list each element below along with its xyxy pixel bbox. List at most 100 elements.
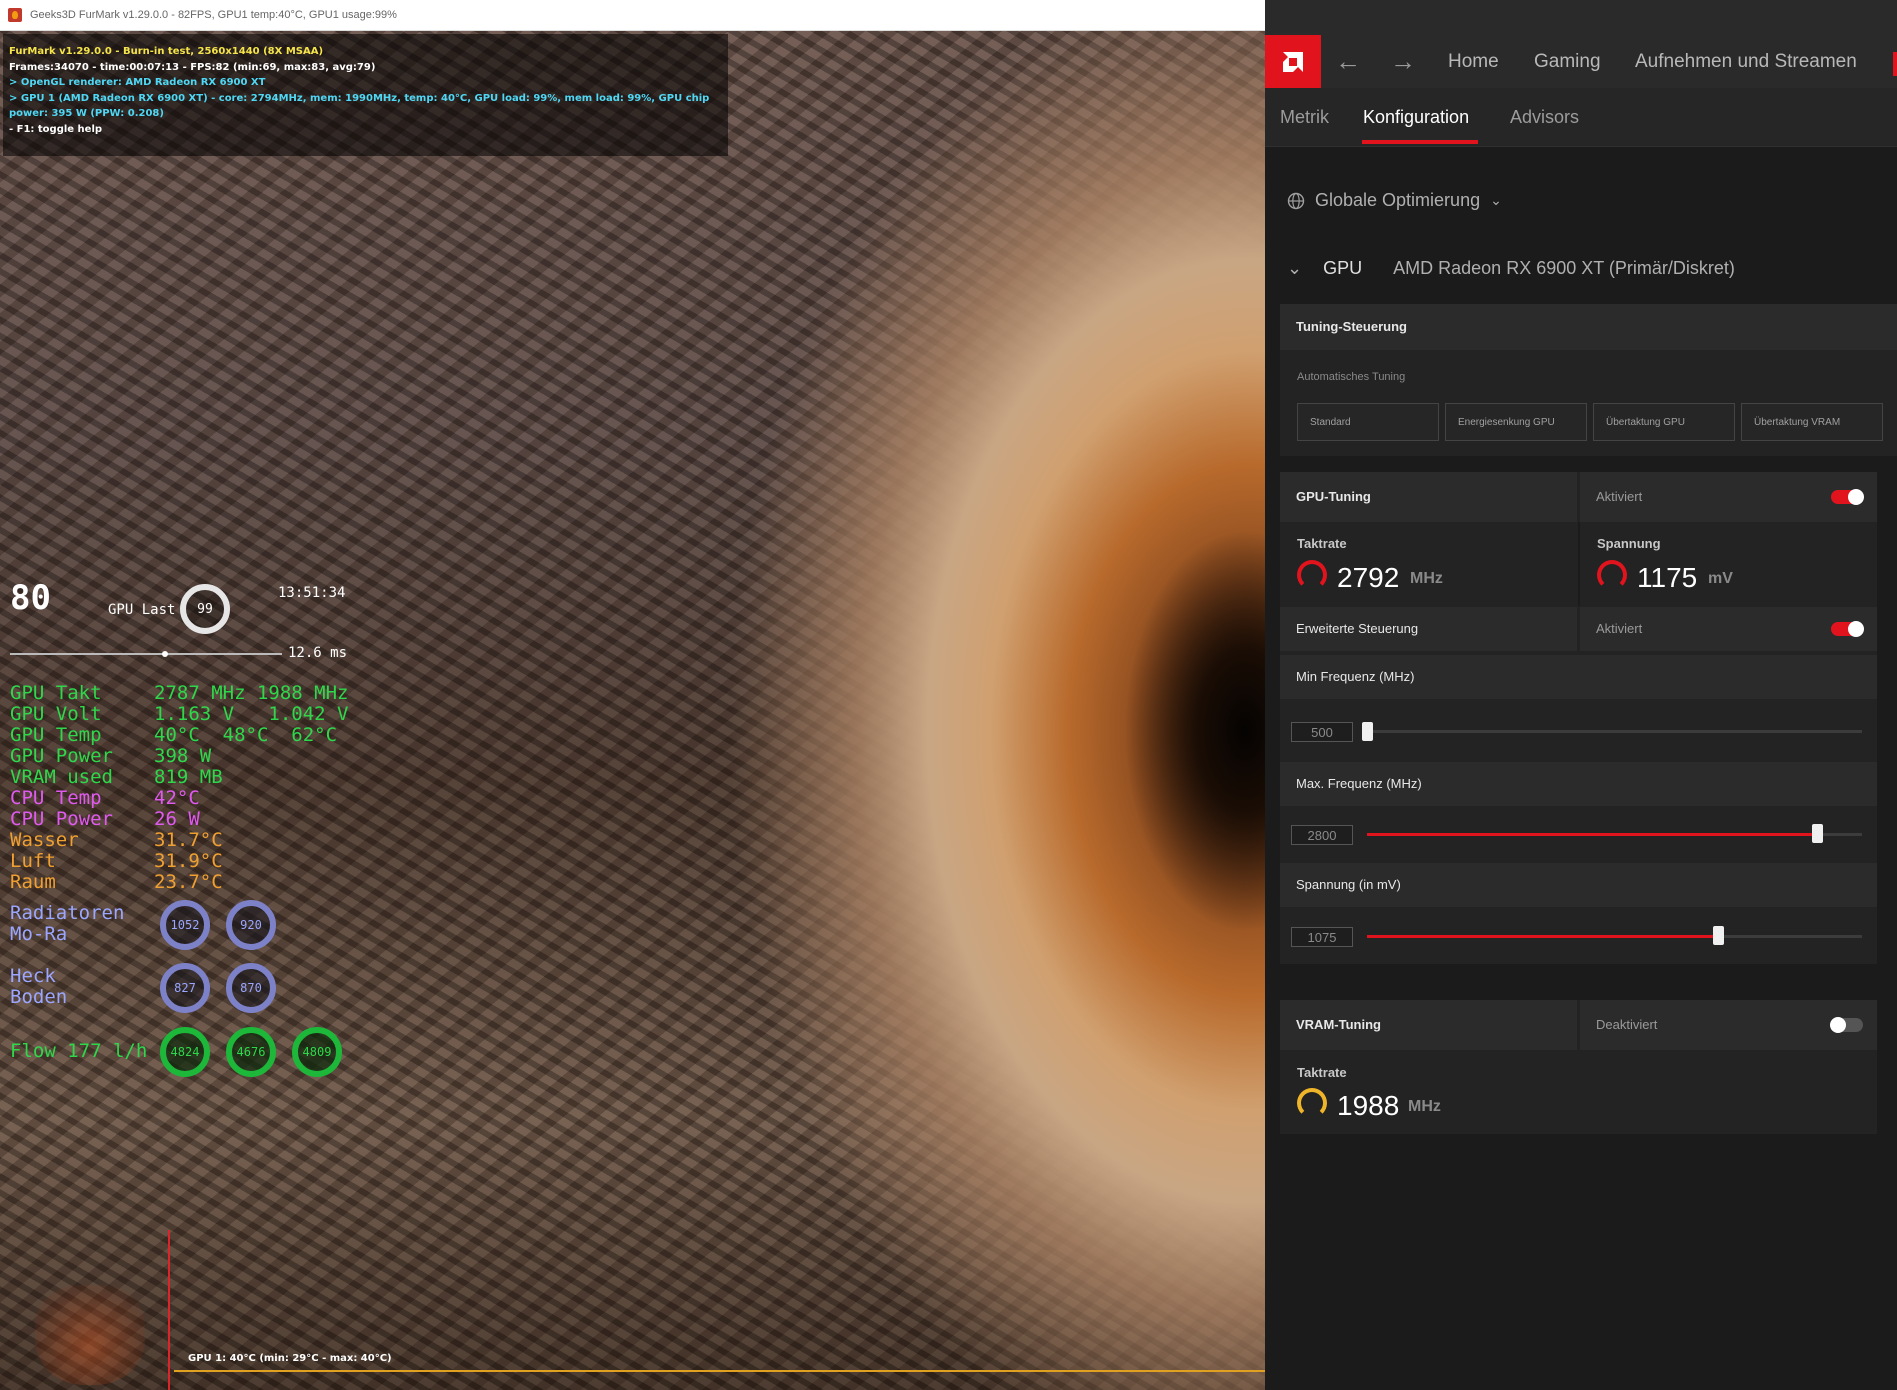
gpu-name: AMD Radeon RX 6900 XT (Primär/Diskret) (1393, 258, 1735, 278)
osd-row-raum: Raum 23.7°C (10, 871, 223, 893)
furmark-info-panel: FurMark v1.29.0.0 - Burn-in test, 2560x1… (3, 34, 728, 156)
osd-clock: 13:51:34 (278, 585, 346, 601)
osd-value: 23.7°C (154, 871, 223, 893)
info-line-gpu: > GPU 1 (AMD Radeon RX 6900 XT) - core: … (9, 92, 710, 120)
info-line-frames: Frames:34070 - time:00:07:13 - FPS:82 (m… (9, 61, 376, 73)
osd-value: 398 W (154, 745, 212, 767)
osd-row-luft: Luft 31.9°C (10, 850, 223, 872)
osd-fan-ring: 827 (160, 963, 210, 1013)
max-frequenz-input[interactable]: 2800 (1291, 825, 1353, 845)
active-tab-underline (1362, 140, 1478, 144)
tab-konfiguration[interactable]: Konfiguration (1363, 107, 1469, 128)
gpu-takt-label: Taktrate (1297, 536, 1347, 551)
tab-advisors[interactable]: Advisors (1510, 107, 1579, 128)
chevron-down-icon: ⌄ (1287, 258, 1303, 278)
info-line-help: - F1: toggle help (9, 123, 103, 135)
osd-label: Raum (10, 871, 56, 893)
gpu-tuning-toggle[interactable] (1831, 489, 1864, 505)
osd-row-vram-used: VRAM used 819 MB (10, 766, 223, 788)
min-frequenz-slider-track[interactable] (1367, 730, 1862, 733)
osd-value: 2787 MHz 1988 MHz (154, 682, 349, 704)
furmark-app-icon (8, 8, 22, 22)
spannung-label: Spannung (1597, 536, 1661, 551)
vram-tuning-header: VRAM-Tuning (1280, 1000, 1577, 1050)
osd-flow-label: Flow 177 l/h (10, 1040, 148, 1062)
min-frequenz-label: Min Frequenz (MHz) (1280, 655, 1877, 699)
gpu-label: GPU (1323, 258, 1363, 278)
gpu-takt-gauge-icon (1297, 560, 1327, 590)
erweiterte-steuerung-label: Erweiterte Steuerung (1280, 607, 1577, 651)
back-arrow-icon[interactable]: ← (1335, 46, 1361, 77)
max-frequenz-label: Max. Frequenz (MHz) (1280, 762, 1877, 806)
spannung-mv-input[interactable]: 1075 (1291, 927, 1353, 947)
tuning-button-standard[interactable]: Standard (1297, 403, 1439, 441)
furmark-titlebar[interactable]: Geeks3D FurMark v1.29.0.0 - 82FPS, GPU1 … (0, 0, 1265, 31)
osd-label: GPU Volt (10, 703, 102, 725)
osd-label: CPU Temp (10, 787, 102, 809)
tuning-button-uebertaktung-vram[interactable]: Übertaktung VRAM (1741, 403, 1883, 441)
osd-label: Luft (10, 850, 56, 872)
spannung-mv-slider-track[interactable] (1367, 935, 1862, 938)
min-frequenz-input[interactable]: 500 (1291, 722, 1353, 742)
osd-label: CPU Power (10, 808, 113, 830)
osd-row-wasser: Wasser 31.7°C (10, 829, 223, 851)
nav-aufnehmen-streamen[interactable]: Aufnehmen und Streamen (1635, 51, 1857, 73)
nav-gaming[interactable]: Gaming (1534, 51, 1601, 73)
osd-fans-1-label-b: Mo-Ra (10, 923, 68, 945)
gpu-takt-value: 2792 (1337, 562, 1400, 593)
osd-frametime: 12.6 ms (288, 645, 348, 661)
erweiterte-steuerung-toggle[interactable] (1831, 621, 1864, 637)
vram-tuning-toggle[interactable] (1830, 1017, 1863, 1033)
osd-label: VRAM used (10, 766, 113, 788)
osd-row-gpu-temp: GPU Temp 40°C 48°C 62°C (10, 724, 337, 746)
osd-gpu-last-label: GPU Last (108, 602, 176, 618)
osd-label: GPU Temp (10, 724, 102, 746)
forward-arrow-icon[interactable]: → (1390, 46, 1416, 77)
osd-fans-1-label-a: Radiatoren (10, 902, 125, 924)
min-frequenz-slider-thumb[interactable] (1362, 722, 1373, 741)
tuning-button-energiesenkung[interactable]: Energiesenkung GPU (1445, 403, 1587, 441)
osd-frametime-line (10, 651, 282, 657)
osd-fans-2-label-b: Boden (10, 986, 68, 1008)
osd-row-gpu-power: GPU Power 398 W (10, 745, 211, 767)
osd-value: 26 W (154, 808, 200, 830)
osd-label: Wasser (10, 829, 79, 851)
osd-value: 31.7°C (154, 829, 223, 851)
gpu-selector[interactable]: ⌄ GPU AMD Radeon RX 6900 XT (Primär/Disk… (1287, 258, 1735, 279)
spannung-unit: mV (1708, 570, 1733, 587)
vram-takt-label: Taktrate (1297, 1065, 1347, 1080)
osd-value: 40°C 48°C 62°C (154, 724, 338, 746)
amd-adrenalin-window: ← → Home Gaming Aufnehmen und Streamen M… (1265, 0, 1897, 1390)
tuning-button-uebertaktung-gpu[interactable]: Übertaktung GPU (1593, 403, 1735, 441)
osd-value: 1.163 V 1.042 V (154, 703, 349, 725)
osd-value: 31.9°C (154, 850, 223, 872)
osd-label: GPU Power (10, 745, 113, 767)
max-frequenz-slider-track[interactable] (1367, 833, 1862, 836)
auto-tuning-label: Automatisches Tuning (1297, 371, 1406, 383)
slider-fill (1367, 833, 1818, 836)
tab-metrik[interactable]: Metrik (1280, 107, 1329, 128)
vram-takt-gauge-icon (1297, 1088, 1327, 1118)
spannung-gauge-icon (1597, 560, 1627, 590)
graph-marker-line (168, 1230, 170, 1390)
osd-fps: 80 (10, 578, 51, 618)
furmark-flame-logo (35, 1285, 145, 1385)
osd-fan-ring: 920 (226, 900, 276, 950)
graph-temperature-trace (174, 1370, 1265, 1375)
nav-home[interactable]: Home (1448, 51, 1499, 73)
gpu-tuning-header: GPU-Tuning (1280, 472, 1577, 522)
osd-pump-ring: 4824 (160, 1027, 210, 1077)
osd-row-gpu-takt: GPU Takt 2787 MHz 1988 MHz (10, 683, 348, 704)
osd-fans-2-label-a: Heck (10, 965, 56, 987)
spannung-mv-slider-thumb[interactable] (1713, 926, 1725, 945)
globale-optimierung-dropdown[interactable]: Globale Optimierung ⌄ (1287, 190, 1502, 211)
info-line-renderer: > OpenGL renderer: AMD Radeon RX 6900 XT (9, 77, 266, 88)
amd-logo-icon[interactable] (1265, 35, 1321, 88)
globe-icon (1287, 192, 1305, 209)
max-frequenz-slider-thumb[interactable] (1812, 824, 1824, 843)
globale-label: Globale Optimierung (1315, 190, 1481, 210)
gpu-takt-unit: MHz (1410, 570, 1443, 587)
osd-pump-ring: 4676 (226, 1027, 276, 1077)
osd-gpu-last-ring: 99 (180, 584, 230, 634)
metric-divider (1578, 522, 1580, 606)
